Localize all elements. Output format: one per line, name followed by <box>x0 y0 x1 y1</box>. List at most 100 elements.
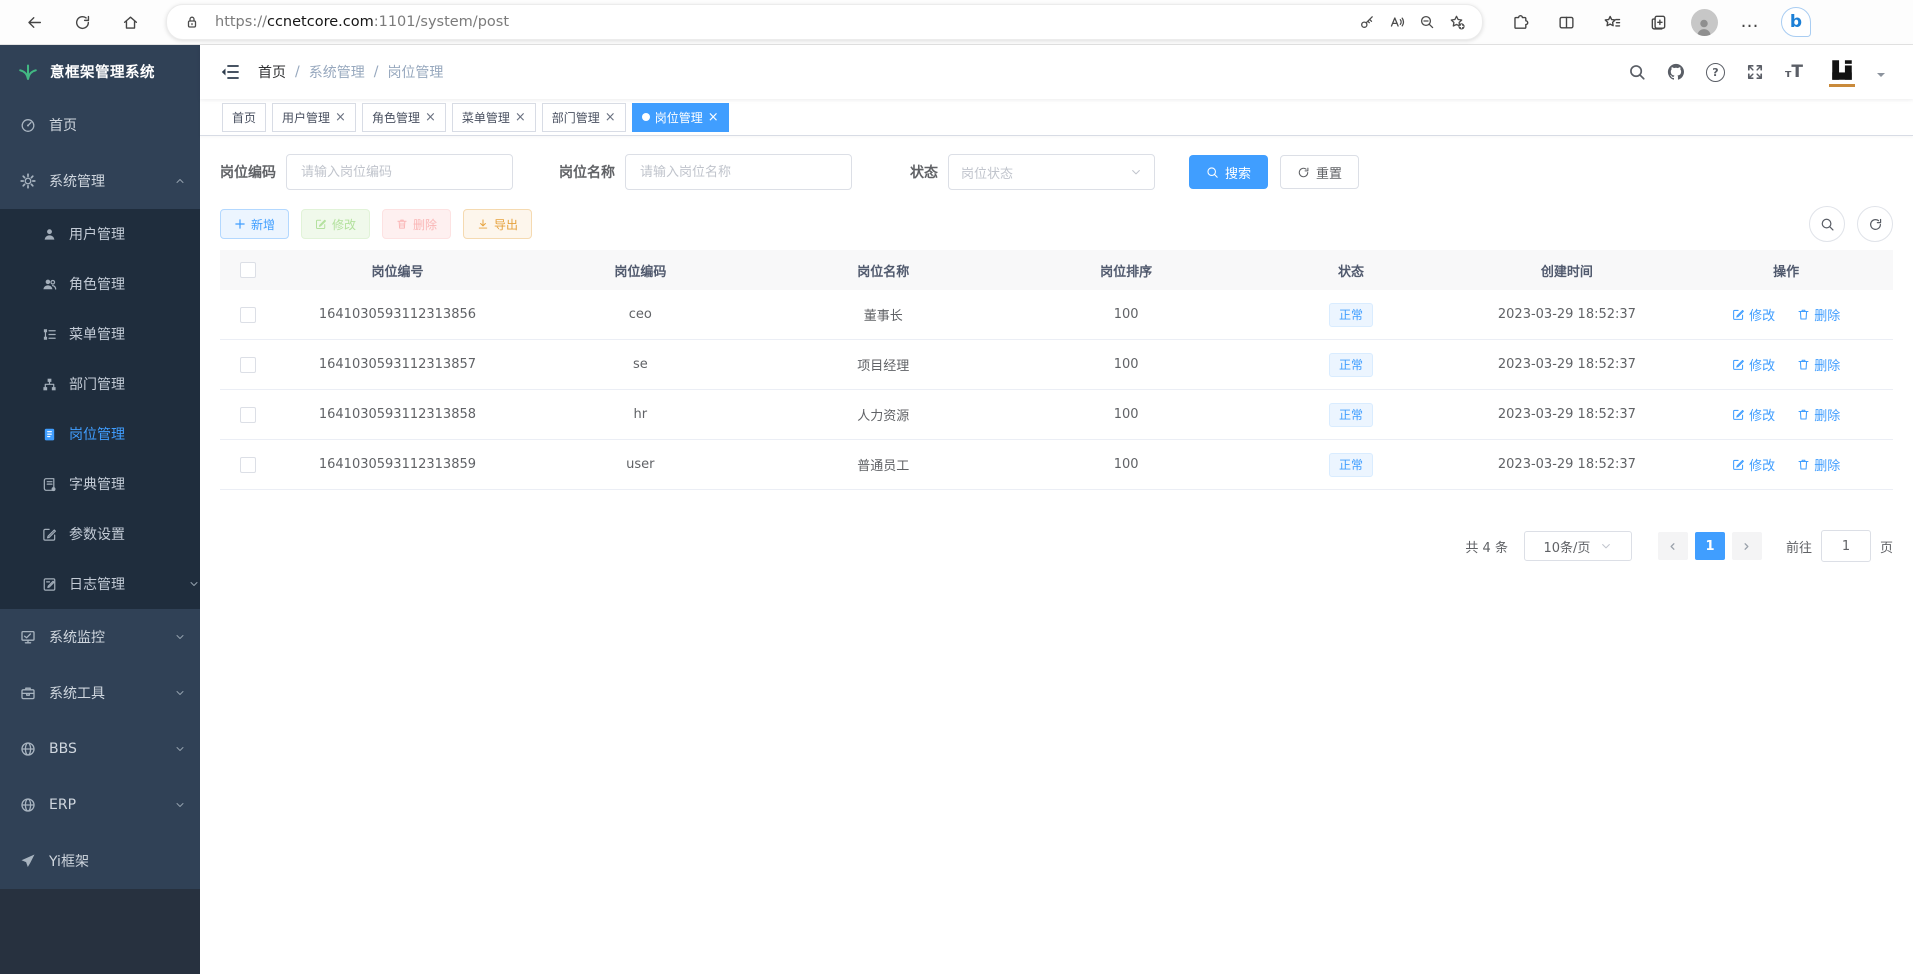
tab-label: 用户管理 <box>282 109 330 126</box>
search-button[interactable]: 搜索 <box>1189 155 1268 189</box>
post-name: 普通员工 <box>762 455 1005 474</box>
row-delete-link[interactable]: 删除 <box>1797 305 1840 324</box>
row-edit-link[interactable]: 修改 <box>1732 355 1775 374</box>
zoom-out-button[interactable] <box>1412 7 1442 37</box>
edit-button-disabled[interactable]: 修改 <box>301 209 370 239</box>
row-edit-link[interactable]: 修改 <box>1732 405 1775 424</box>
bing-chat-button[interactable]: b <box>1779 5 1813 39</box>
tab-home[interactable]: 首页 <box>222 103 266 132</box>
close-icon[interactable]: × <box>605 111 616 124</box>
header-actions: ? тT <box>1628 57 1885 87</box>
app-logo[interactable]: 意框架管理系统 <box>0 45 200 97</box>
post-code-input[interactable] <box>299 164 500 181</box>
tab-departments[interactable]: 部门管理 × <box>542 103 626 132</box>
next-page-button[interactable] <box>1732 532 1762 560</box>
row-delete-link[interactable]: 删除 <box>1797 405 1840 424</box>
row-checkbox[interactable] <box>240 457 256 473</box>
collections-button[interactable] <box>1641 5 1675 39</box>
extensions-button[interactable] <box>1503 5 1537 39</box>
favorites-button[interactable] <box>1595 5 1629 39</box>
split-screen-button[interactable] <box>1549 5 1583 39</box>
sidebar-item-tools[interactable]: 系统工具 <box>0 665 200 721</box>
header-search-button[interactable] <box>1628 63 1646 81</box>
export-button[interactable]: 导出 <box>463 209 532 239</box>
sidebar-item-erp[interactable]: ERP <box>0 777 200 833</box>
sidebar-item-system-mgmt[interactable]: 系统管理 <box>0 153 200 209</box>
row-edit-link[interactable]: 修改 <box>1732 305 1775 324</box>
row-checkbox[interactable] <box>240 357 256 373</box>
close-icon[interactable]: × <box>515 111 526 124</box>
password-button[interactable] <box>1352 7 1382 37</box>
tab-users[interactable]: 用户管理 × <box>272 103 356 132</box>
row-checkbox[interactable] <box>240 407 256 423</box>
sidebar-item-departments[interactable]: 部门管理 <box>0 359 200 409</box>
sidebar-item-posts[interactable]: 岗位管理 <box>0 409 200 459</box>
chevron-down-icon <box>1130 166 1142 178</box>
post-sort: 100 <box>1005 357 1248 372</box>
user-avatar[interactable] <box>1828 57 1856 87</box>
add-button-label: 新增 <box>251 216 275 233</box>
sidebar-item-bbs[interactable]: BBS <box>0 721 200 777</box>
sidebar-item-monitoring[interactable]: 系统监控 <box>0 609 200 665</box>
column-header: 操作 <box>1679 261 1893 280</box>
plant-logo-icon <box>16 59 40 83</box>
address-bar[interactable]: https://ccnetcore.com:1101/system/post <box>166 4 1483 40</box>
tab-roles[interactable]: 角色管理 × <box>362 103 446 132</box>
sidebar-item-yi-framework[interactable]: Yi框架 <box>0 833 200 889</box>
prev-page-button[interactable] <box>1658 532 1688 560</box>
sidebar-item-dictionary[interactable]: 字典管理 <box>0 459 200 509</box>
sidebar-item-menus[interactable]: 菜单管理 <box>0 309 200 359</box>
url-path: :1101/system/post <box>374 14 509 30</box>
select-all-checkbox[interactable] <box>240 262 256 278</box>
row-delete-link[interactable]: 删除 <box>1797 455 1840 474</box>
toggle-search-button[interactable] <box>1809 206 1845 242</box>
read-aloud-button[interactable] <box>1382 7 1412 37</box>
breadcrumb-system[interactable]: 系统管理 <box>309 62 365 82</box>
sidebar-item-roles[interactable]: 角色管理 <box>0 259 200 309</box>
tab-menus[interactable]: 菜单管理 × <box>452 103 536 132</box>
row-delete-link[interactable]: 删除 <box>1797 355 1840 374</box>
close-icon[interactable]: × <box>425 111 436 124</box>
chevron-down-icon <box>188 578 200 590</box>
refresh-table-button[interactable] <box>1857 206 1893 242</box>
tab-posts-active[interactable]: 岗位管理 × <box>632 103 729 132</box>
collapse-sidebar-icon[interactable] <box>220 62 240 82</box>
font-size-button[interactable]: тT <box>1785 62 1803 82</box>
browser-back-button[interactable] <box>17 5 51 39</box>
browser-home-button[interactable] <box>113 5 147 39</box>
post-name-input[interactable] <box>638 164 839 181</box>
sidebar-item-parameters[interactable]: 参数设置 <box>0 509 200 559</box>
browser-menu-button[interactable]: … <box>1733 5 1767 39</box>
github-link-button[interactable] <box>1667 63 1685 81</box>
sidebar-menu: 首页 系统管理 用户管理 角色管理 <box>0 97 200 889</box>
goto-page-input[interactable] <box>1821 530 1871 562</box>
sidebar-item-home[interactable]: 首页 <box>0 97 200 153</box>
add-favorite-button[interactable] <box>1442 7 1472 37</box>
add-button[interactable]: 新增 <box>220 209 289 239</box>
browser-refresh-button[interactable] <box>65 5 99 39</box>
sidebar: 意框架管理系统 首页 系统管理 用户管理 <box>0 45 200 974</box>
sidebar-item-users[interactable]: 用户管理 <box>0 209 200 259</box>
close-icon[interactable]: × <box>335 111 346 124</box>
sidebar-item-logs[interactable]: 日志管理 <box>0 559 200 609</box>
help-docs-button[interactable]: ? <box>1706 63 1725 82</box>
reset-button[interactable]: 重置 <box>1280 155 1359 189</box>
row-checkbox[interactable] <box>240 307 256 323</box>
browser-profile-button[interactable] <box>1687 5 1721 39</box>
post-sort: 100 <box>1005 307 1248 322</box>
breadcrumb-current: 岗位管理 <box>387 62 443 82</box>
row-edit-link[interactable]: 修改 <box>1732 455 1775 474</box>
app-frame: 意框架管理系统 首页 系统管理 用户管理 <box>0 45 1913 974</box>
close-icon[interactable]: × <box>708 111 719 124</box>
status-select[interactable]: 岗位状态 <box>948 154 1155 190</box>
delete-button-disabled[interactable]: 删除 <box>382 209 451 239</box>
page-size-select[interactable]: 10条/页 <box>1524 531 1632 561</box>
download-icon <box>477 218 489 230</box>
breadcrumb-home[interactable]: 首页 <box>258 62 286 82</box>
site-lock-button[interactable] <box>177 7 207 37</box>
page-number-button[interactable]: 1 <box>1695 532 1725 560</box>
fullscreen-button[interactable] <box>1746 63 1764 81</box>
table-row: 1641030593112313857 se 项目经理 100 正常 2023-… <box>220 340 1893 390</box>
avatar-dropdown-caret[interactable] <box>1877 73 1885 81</box>
trash-icon <box>1797 408 1810 421</box>
